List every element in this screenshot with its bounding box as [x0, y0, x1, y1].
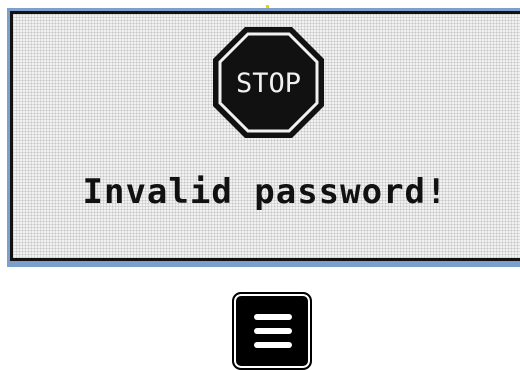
stop-sign-label: STOP [236, 68, 301, 99]
stop-sign-icon: STOP [213, 27, 324, 138]
indicator-dot [266, 5, 269, 8]
hamburger-menu-icon [254, 314, 292, 348]
menu-button[interactable] [232, 292, 312, 370]
error-message: Invalid password! [82, 172, 448, 212]
device-page: STOP Invalid password! [0, 0, 520, 370]
